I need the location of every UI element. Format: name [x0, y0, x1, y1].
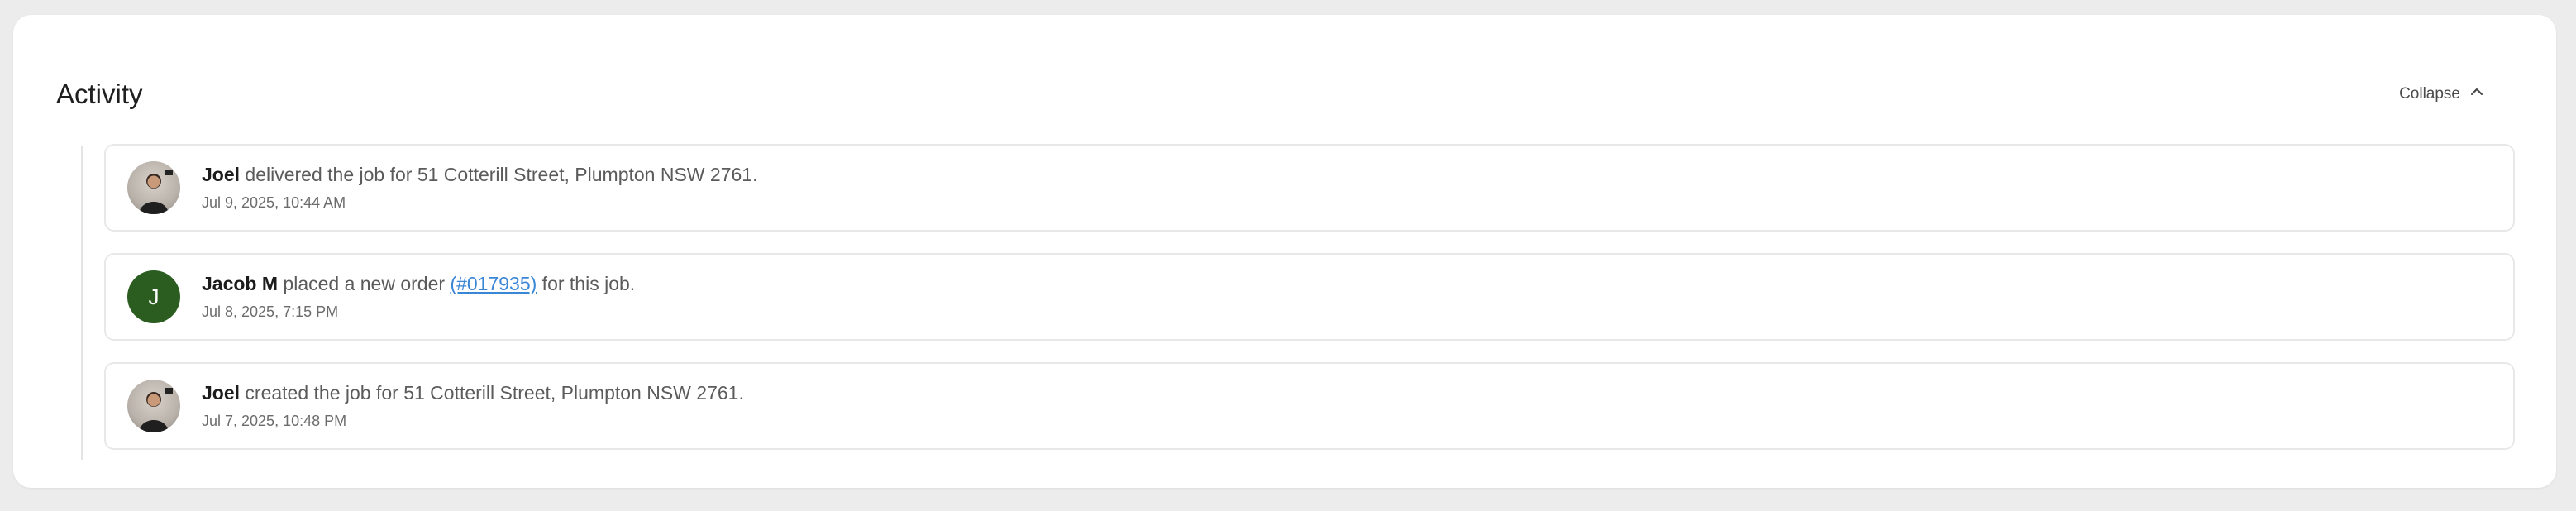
avatar — [127, 161, 180, 214]
activity-list: Joel delivered the job for 51 Cotterill … — [104, 144, 2515, 450]
chevron-up-icon — [2469, 84, 2485, 105]
user-photo-icon — [139, 388, 173, 432]
activity-text: delivered the job for 51 Cotterill Stree… — [240, 164, 758, 185]
activity-text-after: for this job. — [537, 273, 636, 294]
timeline-line — [81, 146, 83, 460]
activity-timestamp: Jul 9, 2025, 10:44 AM — [202, 194, 346, 211]
collapse-label: Collapse — [2399, 85, 2460, 103]
avatar: J — [127, 270, 180, 323]
activity-message: Joel created the job for 51 Cotterill St… — [202, 382, 744, 404]
activity-title: Activity — [56, 79, 143, 109]
activity-card: Activity Collapse Joel delivered the job… — [13, 15, 2556, 488]
user-photo-icon — [139, 170, 173, 214]
avatar — [127, 380, 180, 432]
actor-name: Jacob M — [202, 273, 279, 294]
activity-timestamp: Jul 7, 2025, 10:48 PM — [202, 413, 347, 429]
activity-message: Jacob M placed a new order (#017935) for… — [202, 273, 635, 295]
actor-name: Joel — [202, 164, 241, 185]
activity-item: J Jacob M placed a new order (#017935) f… — [104, 253, 2515, 341]
activity-timestamp: Jul 8, 2025, 7:15 PM — [202, 303, 339, 320]
activity-item: Joel delivered the job for 51 Cotterill … — [104, 144, 2515, 232]
activity-text: placed a new order — [278, 273, 451, 294]
actor-name: Joel — [202, 382, 241, 404]
activity-message: Joel delivered the job for 51 Cotterill … — [202, 164, 757, 186]
activity-header: Activity Collapse — [56, 61, 2513, 127]
activity-item: Joel created the job for 51 Cotterill St… — [104, 362, 2515, 450]
activity-text: created the job for 51 Cotterill Street,… — [240, 382, 744, 404]
avatar-initial: J — [148, 284, 160, 309]
order-link[interactable]: (#017935) — [450, 273, 537, 294]
collapse-button[interactable]: Collapse — [2399, 84, 2485, 105]
